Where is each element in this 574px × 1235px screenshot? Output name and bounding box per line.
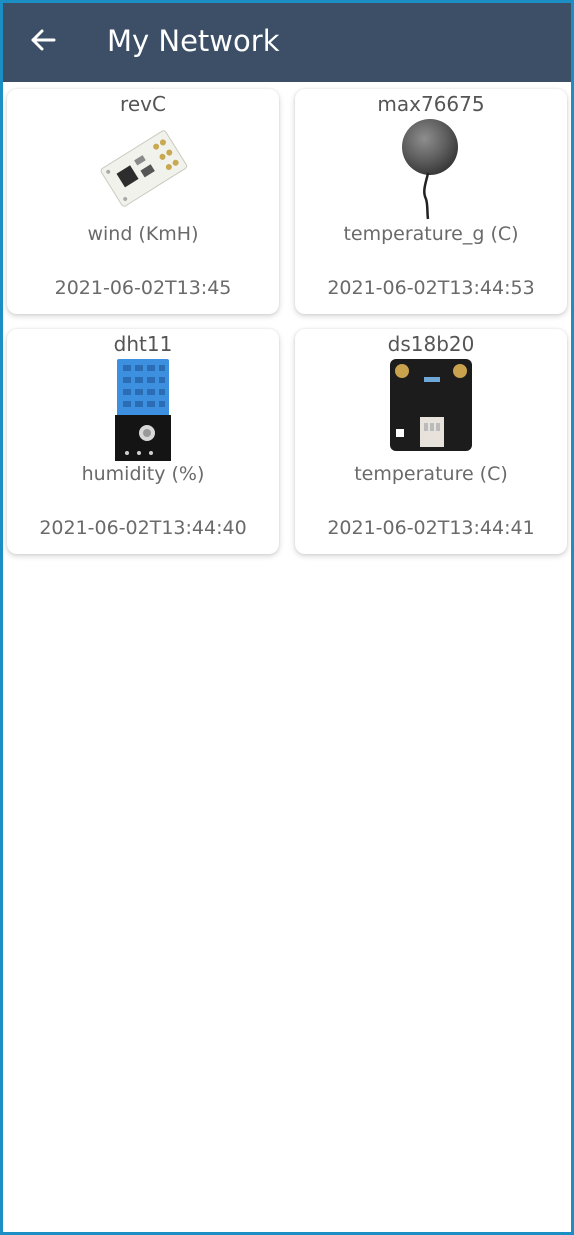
arrow-left-icon (31, 29, 56, 51)
sensor-card-dht11[interactable]: dht11 humidity (%) 2021-06-02T13:44:40 (7, 329, 279, 554)
back-button[interactable] (23, 20, 63, 60)
sensor-metric: humidity (%) (81, 463, 205, 485)
sensor-timestamp: 2021-06-02T13:44:53 (327, 277, 535, 299)
app-bar: My Network (3, 3, 571, 82)
ds18b20-sensor-board-image (390, 359, 472, 451)
sensor-name: revC (120, 92, 166, 116)
sensor-name: dht11 (113, 332, 173, 356)
sensor-metric: temperature (C) (354, 463, 508, 485)
sensor-metric: wind (KmH) (87, 223, 199, 245)
sensor-name: ds18b20 (387, 332, 475, 356)
sensor-name: max76675 (377, 92, 485, 116)
page-title: My Network (107, 24, 280, 58)
wind-sensor-board-image (100, 130, 188, 207)
app-frame: My Network revC wind (KmH) 2021-06-02T13… (0, 0, 574, 1235)
ground-temperature-probe-image (402, 119, 458, 220)
sensor-card-revc[interactable]: revC wind (KmH) 2021-06-02T13:45 (7, 89, 279, 314)
sensor-timestamp: 2021-06-02T13:44:40 (39, 517, 247, 539)
dht11-sensor-module-image (115, 359, 171, 461)
sensor-card-max76675[interactable]: max76675 temperature_g (C) 2021-06-02T13… (295, 89, 567, 314)
sensor-timestamp: 2021-06-02T13:44:41 (327, 517, 535, 539)
sensor-card-ds18b20[interactable]: ds18b20 temperature (C) 2021-06-02T13:44… (295, 329, 567, 554)
sensor-timestamp: 2021-06-02T13:45 (54, 277, 232, 299)
sensor-metric: temperature_g (C) (343, 223, 519, 245)
